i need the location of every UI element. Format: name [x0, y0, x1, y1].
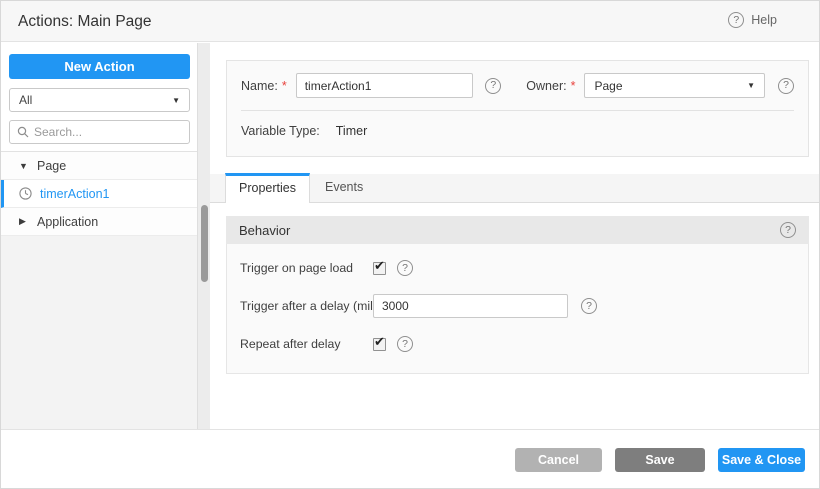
name-help-icon[interactable]: ?: [485, 77, 502, 94]
chevron-down-icon: ▼: [172, 95, 180, 105]
help-button[interactable]: ? Help: [728, 12, 777, 28]
trigger-after-delay-label: Trigger after a delay (millisec...: [240, 299, 373, 313]
variable-type-value: Timer: [335, 124, 368, 138]
chevron-down-icon: ▼: [747, 81, 755, 90]
save-and-close-button[interactable]: Save & Close: [718, 448, 805, 472]
dialog-body: New Action All ▼ ▼ Page: [1, 43, 819, 429]
tab-events[interactable]: Events: [310, 173, 378, 202]
trigger-on-page-load-row: Trigger on page load ✔ ?: [227, 249, 808, 287]
filter-select[interactable]: All ▼: [9, 88, 190, 112]
name-input[interactable]: [295, 73, 474, 98]
tree-item-application[interactable]: ▶ Application: [1, 208, 197, 236]
owner-select-value: Page: [594, 78, 623, 93]
checkmark-icon: ✔: [374, 257, 385, 273]
owner-label: Owner:: [526, 78, 567, 93]
behavior-section-body: Trigger on page load ✔ ? Trigger after a…: [226, 244, 809, 374]
tree-item-timeraction1[interactable]: timerAction1: [1, 180, 197, 208]
sidebar: New Action All ▼ ▼ Page: [1, 43, 197, 429]
name-label: Name:: [241, 78, 278, 93]
required-marker: *: [570, 78, 576, 93]
save-button[interactable]: Save: [615, 448, 705, 472]
variable-type-label: Variable Type:: [241, 124, 320, 138]
tree-item-label: timerAction1: [40, 186, 110, 201]
tree-item-label: Application: [37, 214, 99, 229]
search-input[interactable]: [34, 125, 182, 139]
action-tree: ▼ Page timerAction1 ▶ Application: [1, 151, 197, 236]
help-label: Help: [751, 13, 777, 27]
trigger-on-page-load-label: Trigger on page load: [240, 261, 354, 275]
owner-help-icon[interactable]: ?: [778, 77, 794, 94]
cancel-button[interactable]: Cancel: [515, 448, 602, 472]
delay-milliseconds-input[interactable]: [373, 294, 568, 318]
required-marker: *: [281, 78, 287, 93]
help-icon: ?: [728, 12, 745, 28]
tree-item-page[interactable]: ▼ Page: [1, 152, 197, 180]
new-action-button[interactable]: New Action: [9, 54, 190, 79]
collapse-arrow-icon[interactable]: ▼: [19, 161, 29, 171]
scrollbar[interactable]: [197, 43, 210, 429]
main-panel: Name: * ? Owner: * Page ▼ ? Variable Typ…: [210, 43, 819, 429]
tree-item-label: Page: [37, 158, 67, 173]
dialog-header: Actions: Main Page ? Help: [1, 1, 819, 42]
repeat-after-delay-row: Repeat after delay ✔ ?: [227, 325, 808, 363]
tab-bar: Properties Events: [210, 173, 819, 203]
expand-arrow-icon[interactable]: ▶: [19, 216, 29, 227]
search-icon: [17, 126, 29, 138]
page-title: Actions: Main Page: [18, 13, 152, 30]
timer-icon: [19, 187, 32, 200]
repeat-after-delay-checkbox[interactable]: ✔: [373, 333, 386, 351]
search-box: [9, 120, 190, 144]
behavior-section-title: Behavior: [239, 222, 291, 238]
scrollbar-thumb[interactable]: [201, 205, 208, 282]
tab-properties[interactable]: Properties: [225, 173, 310, 203]
repeat-after-delay-help-icon[interactable]: ?: [397, 336, 413, 352]
checkmark-icon: ✔: [374, 333, 385, 349]
behavior-help-icon[interactable]: ?: [780, 222, 796, 238]
repeat-after-delay-label: Repeat after delay: [240, 337, 341, 351]
actions-dialog: Actions: Main Page ? Help New Action All…: [0, 0, 820, 489]
sidebar-filler: [1, 236, 197, 429]
owner-select[interactable]: Page ▼: [584, 73, 765, 98]
filter-select-value: All: [19, 93, 33, 107]
behavior-section-header: Behavior ?: [226, 216, 809, 244]
action-settings-panel: Name: * ? Owner: * Page ▼ ? Variable Typ…: [226, 60, 809, 157]
trigger-after-delay-help-icon[interactable]: ?: [581, 298, 597, 314]
variable-type-row: Variable Type: Timer: [227, 111, 808, 138]
trigger-on-page-load-help-icon[interactable]: ?: [397, 260, 413, 276]
dialog-footer: Cancel Save Save & Close: [1, 429, 819, 488]
name-owner-row: Name: * ? Owner: * Page ▼ ?: [227, 61, 808, 98]
behavior-section: Behavior ? Trigger on page load ✔ ? Trig…: [226, 216, 809, 374]
trigger-on-page-load-checkbox[interactable]: ✔: [373, 257, 386, 275]
trigger-after-delay-row: Trigger after a delay (millisec... ?: [227, 287, 808, 325]
